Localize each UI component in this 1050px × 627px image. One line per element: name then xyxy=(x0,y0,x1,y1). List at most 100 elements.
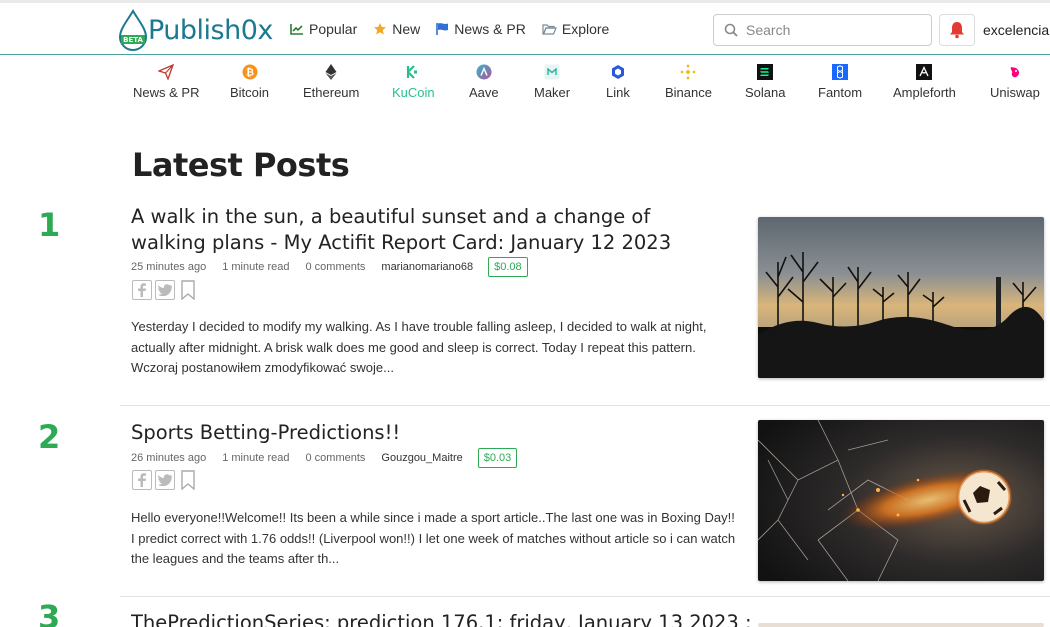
post-thumbnail[interactable] xyxy=(758,217,1044,378)
post-time: 26 minutes ago xyxy=(131,452,207,464)
post-time: 25 minutes ago xyxy=(131,261,207,273)
kucoin-icon xyxy=(405,64,421,80)
coin-label: Maker xyxy=(534,85,571,100)
coin-ampleforth[interactable]: Ampleforth xyxy=(893,64,956,100)
coin-label: Link xyxy=(606,85,630,100)
post-rank: 2 xyxy=(38,418,61,456)
twitter-icon xyxy=(158,284,172,296)
maker-icon xyxy=(544,64,560,80)
coin-maker[interactable]: Maker xyxy=(534,64,570,100)
post-excerpt: Hello everyone!!Welcome!! Its been a whi… xyxy=(131,510,736,566)
nav-new-label: New xyxy=(392,21,421,37)
coin-ethereum[interactable]: Ethereum xyxy=(303,64,359,100)
facebook-share-button[interactable] xyxy=(132,470,152,490)
post-title[interactable]: Sports Betting-Predictions!! xyxy=(131,420,731,446)
logo-badge: BETA xyxy=(123,36,143,44)
ethereum-icon xyxy=(323,64,339,80)
coin-bitcoin[interactable]: ₿ Bitcoin xyxy=(230,64,269,100)
page-title: Latest Posts xyxy=(132,146,350,184)
post-author[interactable]: Gouzgou_Maitre xyxy=(381,452,462,464)
coin-label: Uniswap xyxy=(990,85,1040,100)
binance-icon xyxy=(680,64,697,80)
top-nav: Popular New News & PR Explore xyxy=(290,21,609,37)
solana-icon xyxy=(757,64,774,80)
post-meta: 25 minutes ago 1 minute read 0 comments … xyxy=(131,257,544,277)
bookmark-icon xyxy=(181,470,195,490)
post-rank: 3 xyxy=(38,598,61,627)
post-thumbnail[interactable] xyxy=(758,623,1044,627)
sunset-trees-image xyxy=(758,217,1044,378)
svg-text:₿: ₿ xyxy=(245,67,253,79)
coin-fantom[interactable]: Fantom xyxy=(818,64,862,100)
search-icon xyxy=(724,23,738,37)
search-box[interactable] xyxy=(713,14,932,46)
post-author[interactable]: marianomariano68 xyxy=(381,261,473,273)
nav-explore-label: Explore xyxy=(561,21,610,37)
coin-kucoin[interactable]: KuCoin xyxy=(392,64,435,100)
coin-label: Binance xyxy=(665,85,712,100)
coin-label: Aave xyxy=(469,85,499,100)
fantom-icon xyxy=(832,64,849,80)
logo[interactable]: BETA Publish0x xyxy=(118,7,273,53)
nav-news-pr-label: News & PR xyxy=(454,21,526,37)
bell-icon xyxy=(950,22,964,39)
folder-open-icon xyxy=(542,24,557,35)
nav-explore[interactable]: Explore xyxy=(542,21,609,37)
notifications-button[interactable] xyxy=(939,14,975,46)
flag-icon xyxy=(436,23,449,35)
facebook-icon xyxy=(138,473,146,487)
coin-label: Bitcoin xyxy=(230,85,270,100)
username[interactable]: excelencia xyxy=(983,22,1049,38)
post-meta: 26 minutes ago 1 minute read 0 comments … xyxy=(131,448,533,468)
chainlink-icon xyxy=(610,64,626,80)
post-title[interactable]: A walk in the sun, a beautiful sunset an… xyxy=(131,204,731,256)
coin-label: KuCoin xyxy=(392,85,435,100)
post-comments[interactable]: 0 comments xyxy=(305,452,365,464)
coin-link[interactable]: Link xyxy=(606,64,630,100)
post-thumbnail[interactable] xyxy=(758,420,1044,581)
nav-popular-label: Popular xyxy=(309,21,358,37)
coin-solana[interactable]: Solana xyxy=(745,64,785,100)
coin-binance[interactable]: Binance xyxy=(665,64,712,100)
facebook-icon xyxy=(138,283,146,297)
post-divider xyxy=(120,596,1050,597)
post-tip-amount: $0.08 xyxy=(488,257,528,277)
coin-news-pr[interactable]: News & PR xyxy=(133,64,199,100)
bookmark-button[interactable] xyxy=(178,470,198,490)
twitter-share-button[interactable] xyxy=(155,280,175,300)
coin-label: Solana xyxy=(745,85,786,100)
uniswap-icon xyxy=(1007,64,1023,80)
search-input[interactable] xyxy=(746,22,916,38)
post-read-time: 1 minute read xyxy=(222,261,290,273)
ampleforth-icon xyxy=(916,64,933,80)
post-read-time: 1 minute read xyxy=(222,452,290,464)
paper-plane-icon xyxy=(158,64,175,80)
bookmark-icon xyxy=(181,280,195,300)
nav-news-pr[interactable]: News & PR xyxy=(436,21,526,37)
twitter-icon xyxy=(158,474,172,486)
fiery-soccer-ball-image xyxy=(758,420,1044,581)
coin-categories: News & PR ₿ Bitcoin Ethereum KuCoin Aave… xyxy=(0,56,1050,106)
coin-label: Ethereum xyxy=(303,85,360,100)
bitcoin-icon: ₿ xyxy=(242,64,258,80)
nav-new[interactable]: New xyxy=(373,21,420,37)
coin-label: Ampleforth xyxy=(893,85,956,100)
star-icon xyxy=(374,23,387,35)
post-rank: 1 xyxy=(38,206,61,244)
coin-label: News & PR xyxy=(133,85,200,100)
nav-popular[interactable]: Popular xyxy=(290,21,357,37)
bookmark-button[interactable] xyxy=(178,280,198,300)
aave-icon xyxy=(476,64,492,80)
facebook-share-button[interactable] xyxy=(132,280,152,300)
post-comments[interactable]: 0 comments xyxy=(305,261,365,273)
twitter-share-button[interactable] xyxy=(155,470,175,490)
post-excerpt: Yesterday I decided to modify my walking… xyxy=(131,319,707,375)
logo-text: Publish0x xyxy=(148,14,273,46)
share-buttons xyxy=(132,280,198,300)
post-title[interactable]: ThePredictionSeries: prediction 176.1: f… xyxy=(131,610,751,627)
coin-aave[interactable]: Aave xyxy=(469,64,499,100)
coin-uniswap[interactable]: Uniswap xyxy=(990,64,1040,100)
chart-line-icon xyxy=(290,24,303,35)
logo-drop-icon: BETA xyxy=(118,9,148,51)
coin-label: Fantom xyxy=(818,85,863,100)
